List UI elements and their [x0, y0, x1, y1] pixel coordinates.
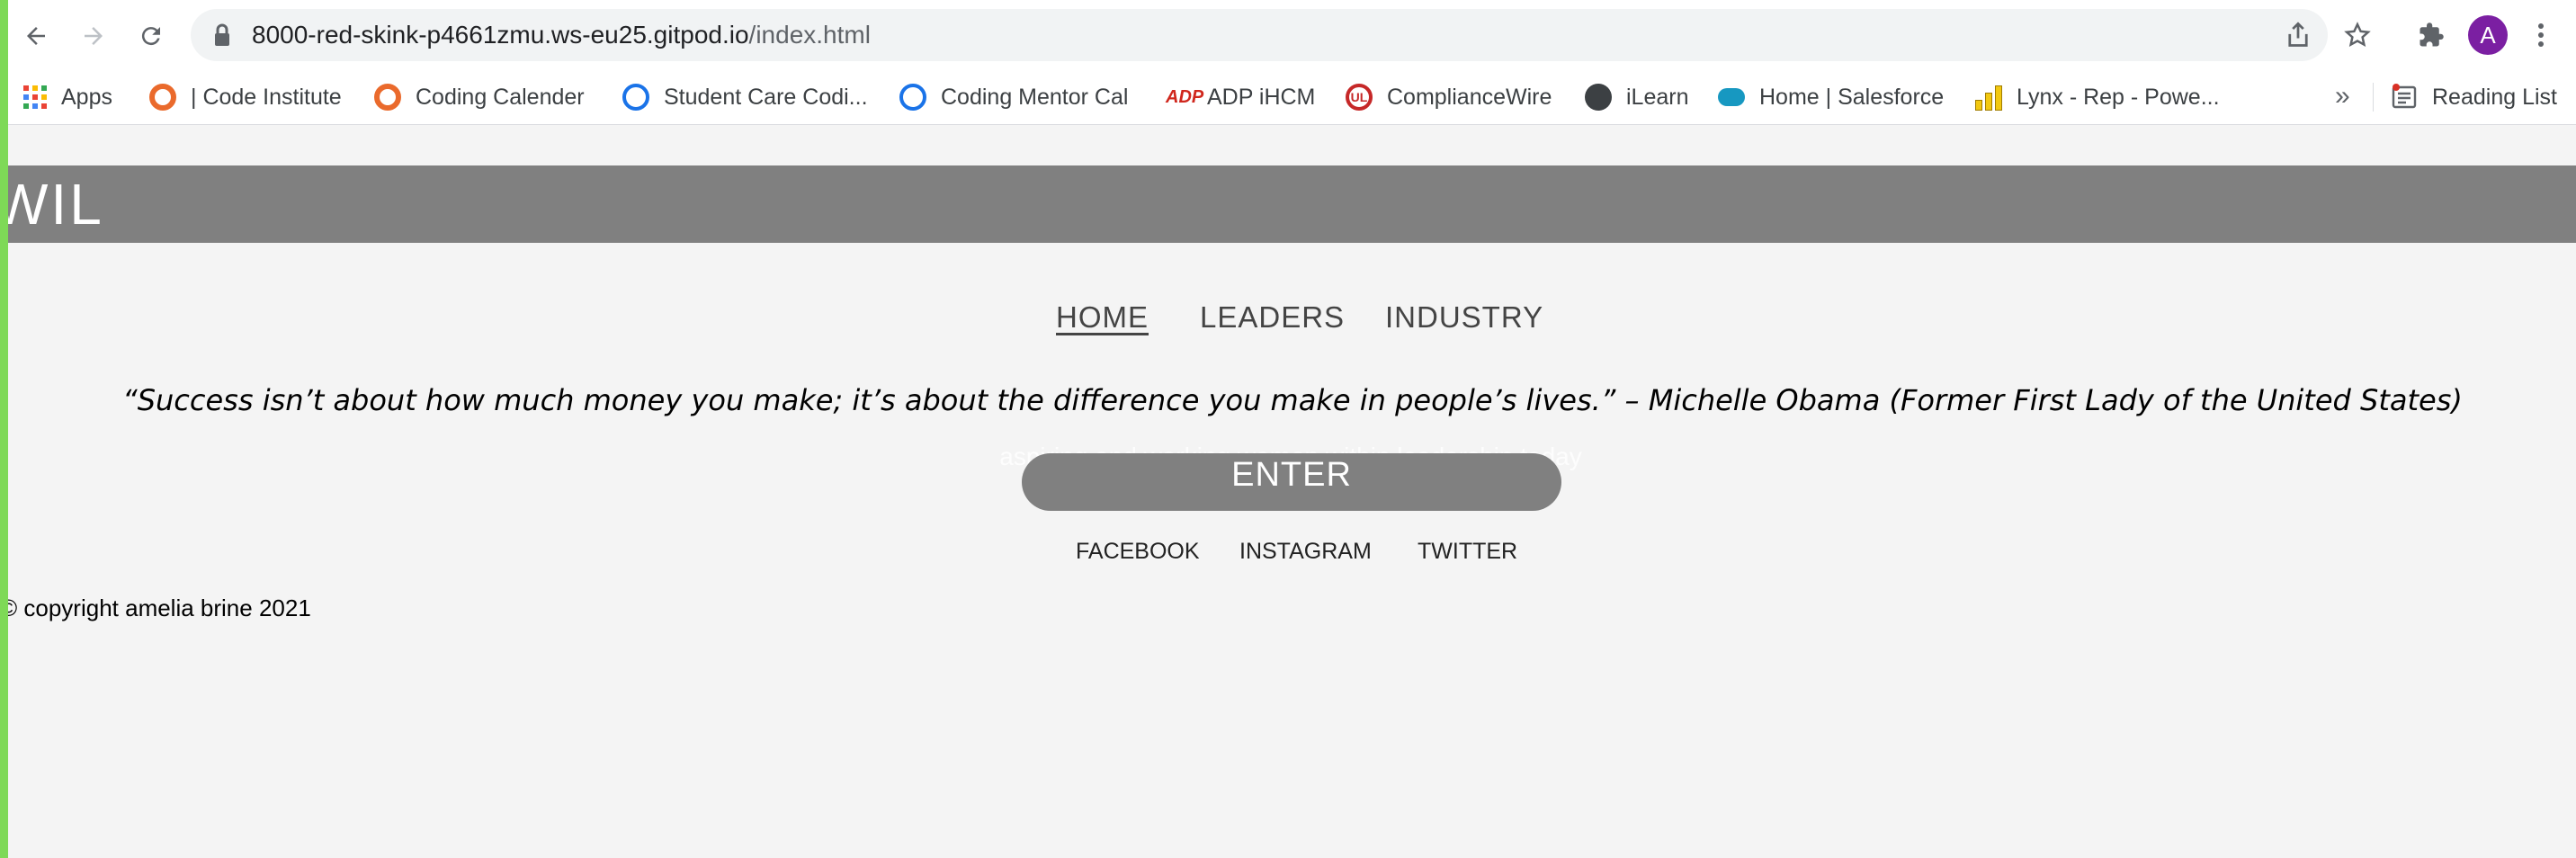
bookmark-salesforce[interactable]: Home | Salesforce — [1718, 70, 1944, 124]
url-path: /index.html — [748, 21, 871, 49]
profile-initial: A — [2480, 21, 2496, 49]
forward-arrow-icon — [85, 27, 103, 45]
extensions-icon[interactable] — [2412, 16, 2450, 54]
reading-list-button[interactable]: Reading List — [2391, 70, 2557, 124]
bookmark-label: iLearn — [1626, 84, 1689, 110]
browser-toolbar: 8000-red-skink-p4661zmu.ws-eu25.gitpod.i… — [0, 0, 2576, 70]
url-text: 8000-red-skink-p4661zmu.ws-eu25.gitpod.i… — [252, 9, 871, 61]
bookmarks-divider — [2373, 83, 2374, 112]
twitter-link[interactable]: TWITTER — [1418, 536, 1517, 567]
blue-c-icon — [622, 84, 649, 111]
lock-icon — [215, 23, 229, 46]
reload-icon — [141, 27, 160, 46]
bookmarks-overflow-button[interactable]: » — [2335, 70, 2350, 124]
salesforce-icon — [1718, 88, 1745, 106]
bookmark-label: | Code Institute — [191, 84, 342, 110]
bookmark-student-care[interactable]: Student Care Codi... — [622, 70, 868, 124]
hero-subtext-line-1 — [630, 392, 1952, 435]
bookmark-code-institute[interactable]: | Code Institute — [149, 70, 342, 124]
code-institute-icon — [374, 84, 401, 111]
code-institute-icon — [149, 84, 176, 111]
powerbi-icon — [1975, 84, 2002, 111]
share-icon[interactable] — [2283, 20, 2313, 50]
bookmark-adp-ihcm[interactable]: ADP ADP iHCM — [1166, 70, 1315, 124]
nav-industry-link[interactable]: INDUSTRY — [1385, 295, 1543, 340]
kebab-menu-icon[interactable] — [2527, 16, 2554, 54]
bookmark-compliancewire[interactable]: UL ComplianceWire — [1346, 70, 1552, 124]
bookmark-label: Coding Mentor Cal — [941, 84, 1129, 110]
compliancewire-icon: UL — [1346, 84, 1373, 111]
bookmark-star-icon[interactable] — [2342, 20, 2373, 50]
enter-button[interactable]: ENTER — [1022, 453, 1561, 511]
bookmark-label: Coding Calender — [416, 84, 585, 110]
address-bar[interactable]: 8000-red-skink-p4661zmu.ws-eu25.gitpod.i… — [191, 9, 2371, 61]
facebook-link[interactable]: FACEBOOK — [1076, 536, 1200, 567]
window-edge-highlight — [0, 0, 8, 858]
bookmark-coding-calender[interactable]: Coding Calender — [374, 70, 585, 124]
bookmark-label: Home | Salesforce — [1759, 84, 1945, 110]
site-brand[interactable]: WIL — [0, 165, 104, 243]
footer-copyright: © copyright amelia brine 2021 — [0, 594, 311, 621]
reading-list-label: Reading List — [2432, 84, 2557, 110]
adp-icon: ADP — [1166, 87, 1204, 107]
globe-icon — [1585, 84, 1612, 111]
site-header: WIL — [0, 165, 2576, 243]
bookmark-label: ComplianceWire — [1387, 84, 1552, 110]
blue-c-icon — [899, 84, 926, 111]
browser-window: 8000-red-skink-p4661zmu.ws-eu25.gitpod.i… — [0, 0, 2576, 858]
nav-home-link[interactable]: HOME — [1056, 295, 1149, 340]
back-button[interactable] — [16, 16, 56, 56]
bookmark-label: Apps — [61, 84, 112, 110]
bookmark-coding-mentor-cal[interactable]: Coding Mentor Cal — [899, 70, 1128, 124]
bookmarks-bar: Apps | Code Institute Coding Calender St… — [0, 70, 2576, 125]
bookmark-label: Student Care Codi... — [664, 84, 868, 110]
nav-leaders-link[interactable]: LEADERS — [1200, 295, 1345, 340]
bookmark-lynx[interactable]: Lynx - Rep - Powe... — [1975, 70, 2220, 124]
bookmark-label: ADP iHCM — [1207, 84, 1316, 110]
bookmark-label: Lynx - Rep - Powe... — [2017, 84, 2220, 110]
profile-avatar[interactable]: A — [2468, 15, 2508, 55]
reload-button[interactable] — [131, 16, 171, 56]
bookmark-ilearn[interactable]: iLearn — [1585, 70, 1689, 124]
apps-grid-icon — [23, 85, 47, 109]
back-arrow-icon — [27, 27, 45, 45]
instagram-link[interactable]: INSTAGRAM — [1239, 536, 1372, 567]
bookmark-apps[interactable]: Apps — [23, 70, 112, 124]
reading-list-icon — [2392, 84, 2417, 109]
forward-button[interactable] — [74, 16, 113, 56]
url-host: 8000-red-skink-p4661zmu.ws-eu25.gitpod.i… — [252, 21, 749, 49]
